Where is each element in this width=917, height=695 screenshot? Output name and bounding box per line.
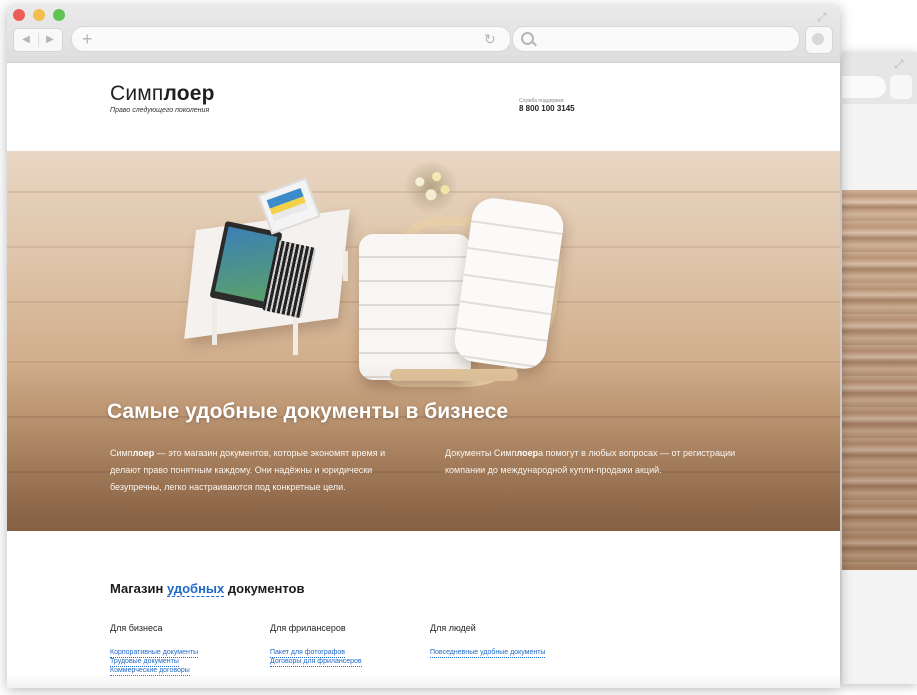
minimize-window-button[interactable] [33,9,45,21]
background-browser-window: ⤢ [842,52,917,684]
shop-title-before: Магазин [110,581,167,596]
address-bar[interactable]: + ↻ [71,26,511,52]
close-window-button[interactable] [13,9,25,21]
logo-regular: Симп [110,82,164,105]
browser-window: ⤢ ◀ ▶ + ↻ Симплоер Право следующего поко… [7,6,840,688]
logo-bold: лоер [163,82,215,105]
site-logo[interactable]: Симплоер [110,82,215,106]
back-arrow-icon[interactable]: ◀ [14,29,38,51]
link-photographers-pack[interactable]: Пакет для фотографов [270,649,346,658]
support-phone[interactable]: 8 800 100 3145 [519,104,575,113]
hero-description-left: Симплоер — это магазин документов, котор… [110,445,400,496]
expand-icon[interactable]: ⤢ [894,57,908,71]
shop-title-accent[interactable]: удобных [166,581,225,597]
logo-tagline: Право следующего поколения [110,107,210,114]
link-freelancer-contracts[interactable]: Договоры для фрилансеров [270,658,362,667]
extension-button[interactable] [805,26,833,54]
brand-regular: Симп [110,448,133,458]
background-extension-button[interactable] [890,75,912,99]
forward-arrow-icon[interactable]: ▶ [38,29,62,51]
column-heading-business: Для бизнеса [110,623,163,633]
link-everyday-documents[interactable]: Повседневные удобные документы [430,649,546,658]
new-tab-plus-icon[interactable]: + [82,27,93,51]
maximize-window-button[interactable] [53,9,65,21]
background-hero-shade [842,190,917,570]
link-corporate-documents[interactable]: Корпоративные документы [110,649,199,658]
brand-bold: лоер [516,448,539,458]
navigation-buttons: ◀ ▶ [13,28,63,52]
column-heading-people: Для людей [430,623,476,633]
browser-toolbar: ⤢ ◀ ▶ + ↻ [7,6,840,63]
brand-bold: лоер [132,448,155,458]
reload-icon[interactable]: ↻ [484,27,496,51]
hero-right-prefix: Документы Симп [445,448,517,458]
search-input[interactable] [512,26,800,52]
search-icon [521,32,534,45]
column-heading-freelancers: Для фрилансеров [270,623,346,633]
fullscreen-icon[interactable]: ⤢ [817,10,827,25]
shop-title-after: документов [224,581,305,596]
shop-section-title: Магазин удобных документов [110,581,305,597]
link-labor-documents[interactable]: Трудовые документы [110,658,179,667]
hero-title: Самые удобные документы в бизнесе [107,400,509,423]
hero-description-right: Документы Симплоера помогут в любых вопр… [445,445,745,479]
background-window-toolbar: ⤢ [842,52,917,104]
bottom-fade [7,674,840,688]
background-search-bar[interactable] [842,76,886,98]
